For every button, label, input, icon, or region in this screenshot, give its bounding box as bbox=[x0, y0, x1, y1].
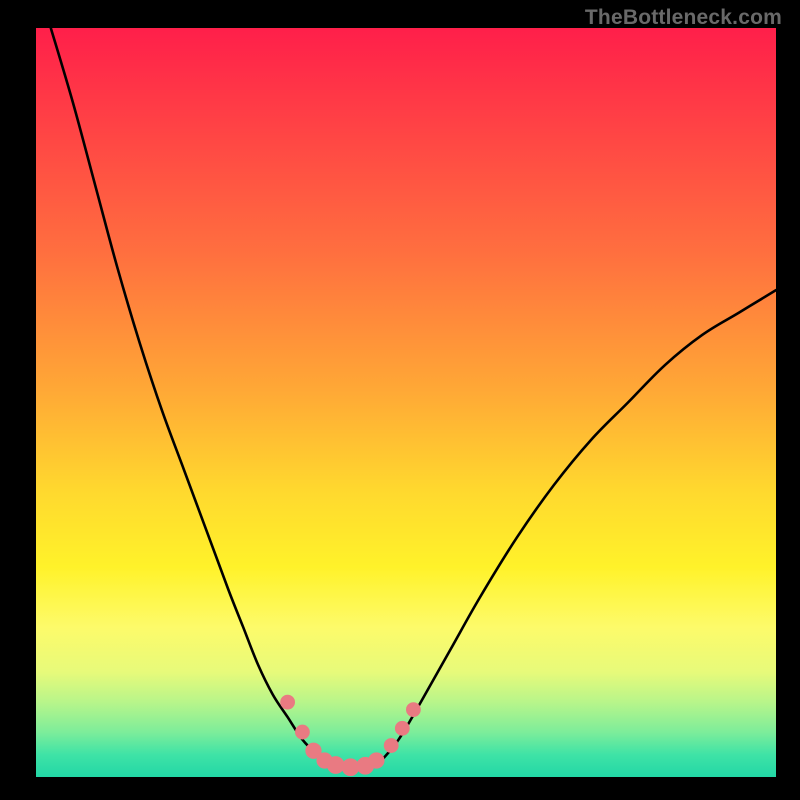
valley-marker bbox=[395, 721, 410, 736]
valley-markers bbox=[280, 695, 421, 776]
valley-marker bbox=[406, 702, 421, 717]
valley-marker bbox=[384, 738, 399, 753]
curve-path bbox=[51, 28, 776, 768]
valley-marker bbox=[280, 695, 295, 710]
valley-marker bbox=[368, 752, 384, 768]
watermark-text: TheBottleneck.com bbox=[585, 6, 782, 30]
valley-marker bbox=[295, 725, 310, 740]
curve-svg bbox=[36, 28, 776, 777]
bottleneck-curve bbox=[51, 28, 776, 768]
chart-plot-area bbox=[36, 28, 776, 777]
